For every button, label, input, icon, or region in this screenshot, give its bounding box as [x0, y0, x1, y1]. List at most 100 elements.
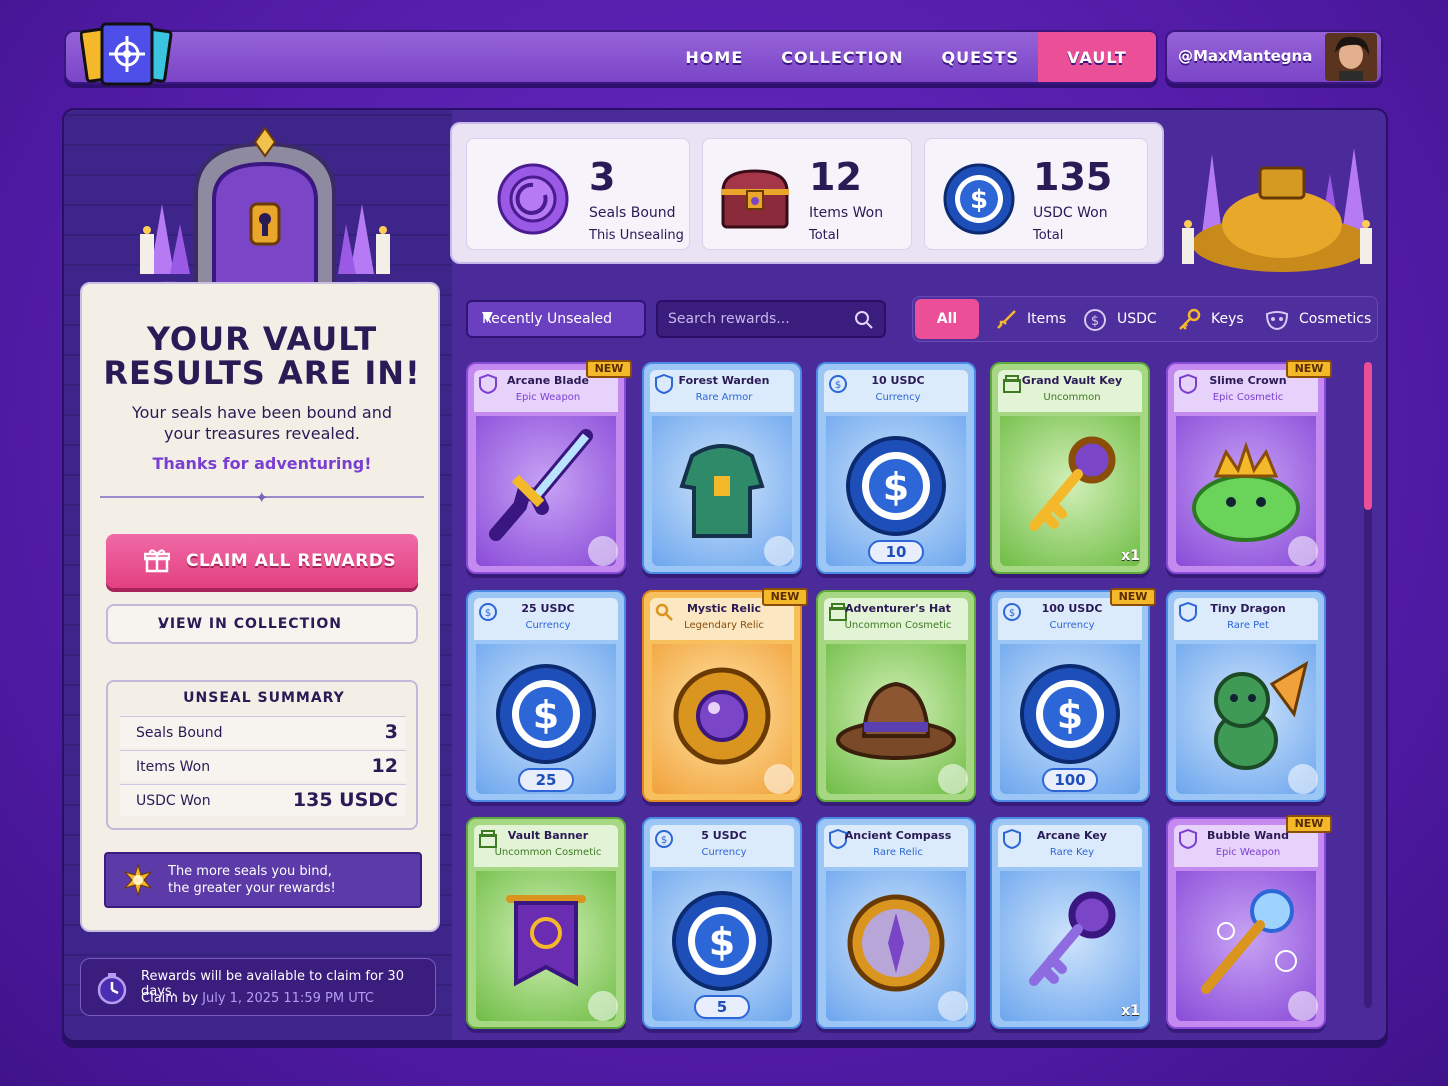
category-badge-icon	[1288, 536, 1318, 566]
summary-value: 12	[371, 755, 398, 777]
reward-card[interactable]: $25 USDC Currency $25	[466, 590, 626, 802]
card-rarity: Rare Armor	[695, 392, 753, 403]
stat-value: 3	[589, 155, 616, 199]
divider-star-icon: ✦	[255, 488, 269, 507]
new-badge: NEW	[586, 360, 632, 378]
user-profile[interactable]: @MaxMantegna	[1165, 30, 1383, 84]
summary-row: Seals Bound 3	[120, 716, 406, 748]
treasure-chest-icon	[721, 169, 789, 229]
avatar[interactable]	[1325, 33, 1377, 81]
reward-card[interactable]: Arcane Blade Epic Weapon	[466, 362, 626, 574]
nav-links: HOME COLLECTION QUESTS VAULT	[666, 32, 1156, 82]
scrollbar[interactable]	[1364, 362, 1372, 1008]
stat-label: Items Won	[809, 205, 884, 221]
category-badge-icon	[1288, 991, 1318, 1021]
stat-usdc-won: $ 135 USDC Won Total	[924, 138, 1148, 250]
summary-title: UNSEAL SUMMARY	[183, 690, 345, 706]
reward-card[interactable]: $5 USDC Currency $5	[642, 817, 802, 1029]
card-rarity: Rare Key	[1049, 847, 1095, 858]
reward-card[interactable]: Adventurer's Hat Uncommon Cosmetic	[816, 590, 976, 802]
tip-banner: The more seals you bind, the greater your…	[104, 852, 422, 908]
sun-icon	[123, 864, 153, 896]
vault-door-illustration	[110, 126, 420, 302]
tab-label: Keys	[1211, 311, 1244, 327]
summary-row: USDC Won 135 USDC	[120, 784, 406, 816]
card-rarity: Uncommon	[1043, 392, 1101, 403]
reward-card[interactable]: Slime Crown Epic Cosmetic	[1166, 362, 1326, 574]
nav-home[interactable]: HOME	[666, 32, 762, 82]
chevron-right-icon: ›	[158, 614, 167, 635]
tab-items[interactable]: Items	[995, 297, 1069, 341]
coin-icon: $	[1084, 309, 1106, 331]
reward-card[interactable]: Arcane Key Rare Key x1	[990, 817, 1150, 1029]
claim-all-rewards-button[interactable]: CLAIM ALL REWARDS	[106, 534, 418, 588]
nav-collection[interactable]: COLLECTION	[762, 32, 922, 82]
sort-dropdown[interactable]: Recently Unsealed ▼	[466, 300, 646, 338]
card-name: Tiny Dragon	[1210, 602, 1286, 615]
banner-text: The more seals you bind, the greater your…	[168, 863, 336, 897]
card-value: 5	[694, 995, 750, 1019]
arcane-key-icon	[1000, 871, 1140, 1021]
reward-card[interactable]: Bubble Wand Epic Weapon	[1166, 817, 1326, 1029]
new-badge: NEW	[1110, 588, 1156, 606]
card-name: Arcane Key	[1037, 829, 1107, 842]
tab-cosmetics[interactable]: Cosmetics	[1265, 297, 1375, 341]
card-rarity: Uncommon Cosmetic	[494, 847, 602, 858]
reward-card[interactable]: Grand Vault Key Uncommon x1	[990, 362, 1150, 574]
reward-card[interactable]: Tiny Dragon Rare Pet	[1166, 590, 1326, 802]
summary-value: 135 USDC	[292, 789, 398, 811]
scrollbar-thumb[interactable]	[1364, 362, 1372, 510]
category-badge-icon	[938, 764, 968, 794]
view-in-collection-button[interactable]: VIEW IN COLLECTION ›	[106, 604, 418, 644]
gift-icon	[144, 549, 170, 573]
svg-text:$: $	[709, 920, 735, 964]
card-value: 100	[1042, 768, 1098, 792]
reward-card[interactable]: Vault Banner Uncommon Cosmetic	[466, 817, 626, 1029]
search-box	[656, 300, 886, 338]
category-badge-icon	[764, 764, 794, 794]
stat-label: USDC Won	[1033, 205, 1108, 221]
svg-text:$: $	[970, 185, 988, 215]
app-logo-icon[interactable]	[80, 22, 176, 88]
card-rarity: Epic Weapon	[515, 392, 581, 403]
card-rarity: Rare Pet	[1227, 620, 1269, 631]
stat-label: Seals Bound	[589, 205, 676, 221]
username[interactable]: @MaxMantegna	[1178, 47, 1312, 65]
tab-keys[interactable]: Keys	[1177, 297, 1251, 341]
stat-value: 12	[809, 155, 862, 199]
summary-row: Items Won 12	[120, 750, 406, 782]
card-rarity: Epic Weapon	[1215, 847, 1281, 858]
usdc-coin-icon: $	[943, 163, 1015, 235]
svg-text:$: $	[883, 465, 909, 509]
stat-sub: Total	[809, 228, 840, 243]
card-name: Ancient Compass	[844, 829, 952, 842]
claim-label: CLAIM ALL REWARDS	[186, 551, 397, 571]
reward-card[interactable]: $10 USDC Currency $10	[816, 362, 976, 574]
claim-date: July 1, 2025 11:59 PM UTC	[202, 991, 374, 1006]
summary-value: 3	[384, 721, 398, 743]
reward-card[interactable]: $100 USDC Currency $100	[990, 590, 1150, 802]
card-name: Grand Vault Key	[1021, 374, 1123, 387]
stat-seals-bound: 3 Seals Bound This Unsealing	[466, 138, 690, 250]
nav-vault[interactable]: VAULT	[1038, 32, 1156, 82]
reward-card[interactable]: Mystic Relic Legendary Relic	[642, 590, 802, 802]
stat-sub: Total	[1033, 228, 1064, 243]
category-badge-icon	[764, 536, 794, 566]
tab-label: Items	[1027, 311, 1067, 327]
reward-card[interactable]: Ancient Compass Rare Relic	[816, 817, 976, 1029]
new-badge: NEW	[1286, 815, 1332, 833]
nav-quests[interactable]: QUESTS	[923, 32, 1038, 82]
card-name: Forest Warden	[678, 374, 770, 387]
stat-sub: This Unsealing	[589, 228, 684, 243]
seal-icon	[497, 163, 569, 235]
search-input[interactable]	[668, 308, 848, 330]
new-badge: NEW	[762, 588, 808, 606]
tab-all[interactable]: All	[915, 299, 979, 339]
banner-line2: the greater your rewards!	[168, 881, 336, 896]
summary-key: Items Won	[136, 759, 211, 775]
tab-usdc[interactable]: $ USDC	[1083, 297, 1163, 341]
banner-line1: The more seals you bind,	[168, 864, 332, 879]
category-badge-icon	[588, 991, 618, 1021]
search-icon[interactable]	[854, 310, 874, 330]
reward-card[interactable]: Forest Warden Rare Armor	[642, 362, 802, 574]
